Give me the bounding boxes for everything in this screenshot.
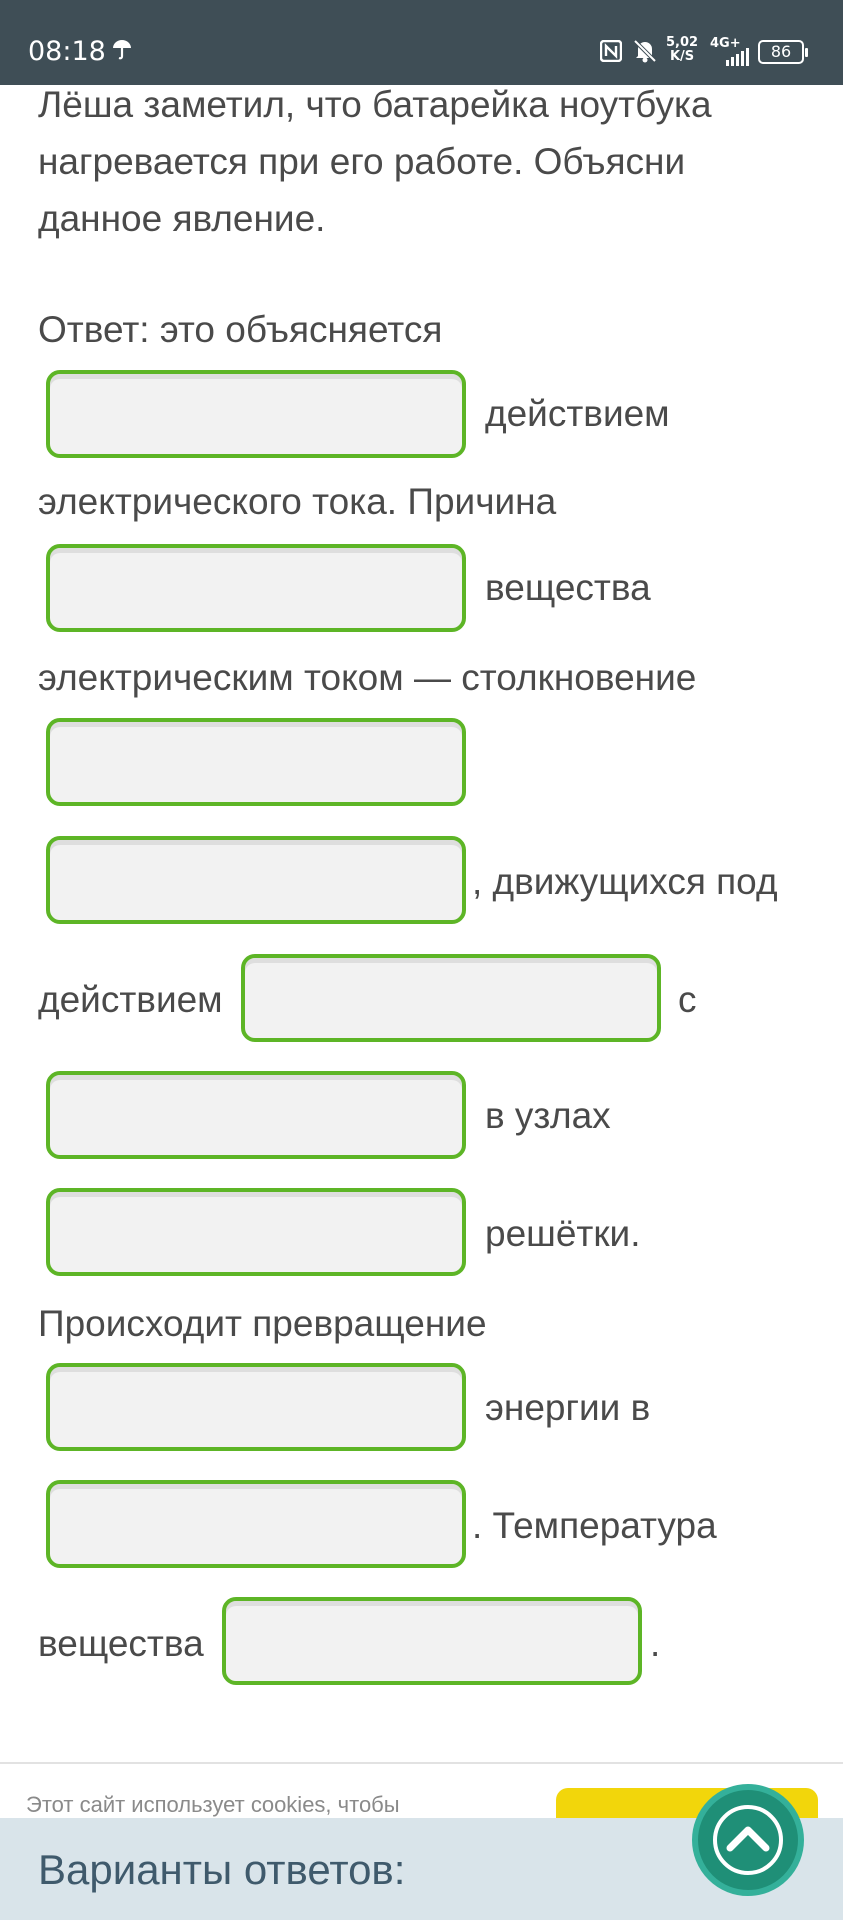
- answer-text-after-blank-9: . Температура: [472, 1505, 717, 1546]
- answer-blank-5[interactable]: [241, 954, 661, 1042]
- answer-blank-6[interactable]: [46, 1071, 466, 1159]
- answer-text-after-blank-7: решётки.: [485, 1213, 641, 1254]
- answer-blank-7[interactable]: [46, 1188, 466, 1276]
- umbrella-icon: [111, 38, 133, 64]
- answer-blank-10[interactable]: [222, 1597, 642, 1685]
- answer-blank-3[interactable]: [46, 718, 466, 806]
- answer-intro: Ответ: это объясняется: [38, 309, 443, 350]
- battery-indicator: 86: [758, 40, 808, 64]
- network-speed: 5,02 K/S: [666, 36, 698, 64]
- chevron-up-icon: [713, 1805, 783, 1875]
- answer-line-2: электрического тока. Причина: [38, 481, 557, 522]
- answer-text-after-blank-2: вещества: [485, 567, 651, 608]
- answer-blank-8[interactable]: [46, 1363, 466, 1451]
- signal-icon: [726, 48, 752, 70]
- answer-blank-2[interactable]: [46, 544, 466, 632]
- scroll-to-top-button[interactable]: [692, 1784, 804, 1896]
- network-speed-value: 5,02: [666, 35, 699, 50]
- question-text: Лёша заметил, что батарейка ноутбука наг…: [38, 84, 712, 239]
- answer-text-after-blank-6: в узлах: [485, 1095, 611, 1136]
- answer-text-before-blank-10: вещества: [38, 1623, 204, 1664]
- answer-blank-9[interactable]: [46, 1480, 466, 1568]
- answer-text-before-blank-5: действием: [38, 979, 223, 1020]
- answer-text-after-blank-4: , движущихся под: [472, 861, 778, 902]
- network-speed-unit: K/S: [669, 49, 695, 64]
- cookie-text: Этот сайт использует cookies, чтобы: [26, 1792, 400, 1817]
- answer-text-after-blank-10: .: [650, 1623, 661, 1664]
- nfc-icon: [599, 39, 623, 66]
- answer-blank-4[interactable]: [46, 836, 466, 924]
- answer-blank-1[interactable]: [46, 370, 466, 458]
- answer-text-after-blank-8: энергии в: [485, 1387, 651, 1428]
- answer-line-4: Происходит превращение: [38, 1303, 487, 1344]
- status-time: 08:18: [28, 36, 106, 67]
- answer-text-after-blank-1: действием: [485, 393, 670, 434]
- status-bar: 08:18 5,02 K/S 4G+ 86: [0, 0, 843, 85]
- mute-bell-icon: [632, 38, 658, 68]
- answer-line-3: электрическим током — столкновение: [38, 657, 697, 698]
- answer-text-after-blank-5: с: [678, 979, 697, 1020]
- variants-title: Варианты ответов:: [38, 1846, 406, 1893]
